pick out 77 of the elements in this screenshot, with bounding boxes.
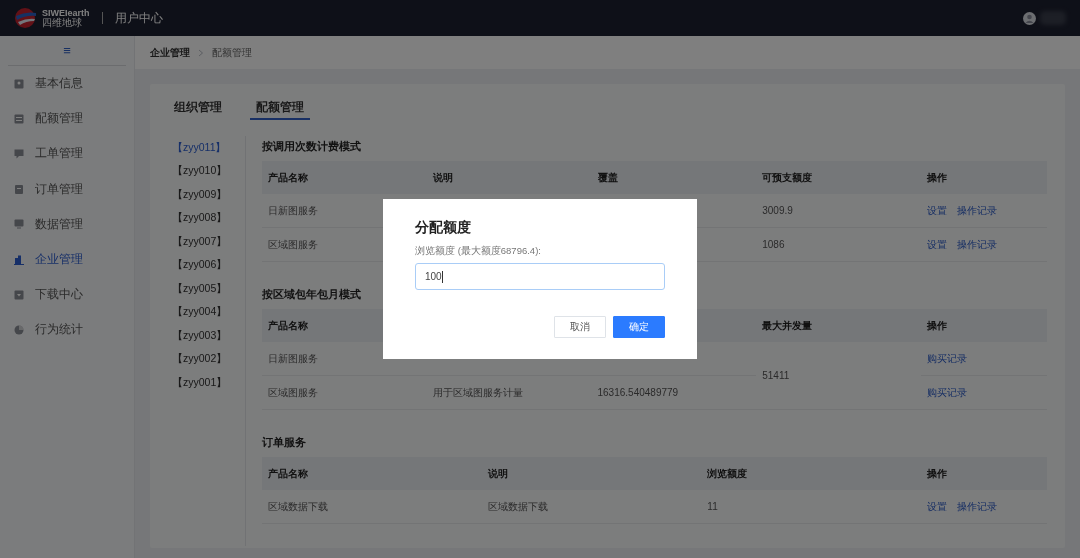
column-header: 操作 (927, 467, 947, 479)
sidebar-item[interactable]: 下载中心 (8, 277, 126, 313)
logo-text: SIWEIearth (42, 8, 90, 18)
column-header: 操作 (927, 171, 947, 183)
user-avatar-icon[interactable] (1023, 11, 1036, 25)
table-cell: 51411 (762, 370, 790, 381)
pie-chart-icon (14, 324, 24, 335)
sidebar-item[interactable]: 企业管理 (8, 241, 126, 278)
clipboard-icon (14, 184, 24, 195)
chat-icon (14, 148, 24, 159)
table-cell: 区域图服务 (268, 238, 318, 250)
action-link[interactable]: 设置 (927, 499, 947, 514)
building-icon (14, 254, 24, 265)
column-header: 可预支额度 (762, 171, 813, 183)
organization-item[interactable]: 【zyy007】 (172, 233, 245, 249)
confirm-button[interactable]: 确定 (613, 316, 665, 338)
quota-input-field[interactable]: 100 (415, 263, 665, 290)
action-link[interactable]: 操作记录 (957, 237, 997, 252)
id-card-icon (14, 78, 24, 89)
column-header: 产品名称 (268, 319, 308, 331)
logo-subtext: 四维地球 (42, 17, 83, 28)
tab[interactable]: 配额管理 (250, 98, 310, 120)
table-cell: 日新图服务 (268, 204, 318, 216)
dialog-title: 分配额度 (415, 219, 472, 237)
action-link[interactable]: 操作记录 (957, 203, 997, 218)
column-header: 说明 (432, 171, 453, 183)
action-link[interactable]: 操作记录 (957, 499, 997, 514)
column-header: 说明 (487, 467, 508, 479)
table-cell: 区域数据下载 (487, 500, 548, 512)
organization-item[interactable]: 【zyy010】 (172, 163, 245, 179)
column-header: 浏览额度 (707, 467, 748, 479)
column-header: 覆盖 (597, 171, 618, 183)
section-title: 按区域包年包月模式 (262, 287, 362, 302)
field-label: 浏览额度 (最大额度68796.4): (415, 245, 542, 258)
action-link[interactable]: 设置 (927, 203, 947, 218)
column-header: 最大并发量 (762, 319, 813, 331)
breadcrumb-link[interactable]: 企业管理 (150, 45, 190, 60)
organization-item[interactable]: 【zyy006】 (172, 257, 245, 273)
action-link[interactable]: 购买记录 (927, 385, 967, 400)
table-cell: 用于区域图服务计量 (432, 386, 523, 398)
column-header: 产品名称 (268, 467, 308, 479)
organization-item[interactable]: 【zyy009】 (172, 186, 245, 202)
section-title: 订单服务 (262, 435, 307, 450)
monitor-icon (14, 219, 24, 230)
download-icon (14, 289, 24, 300)
table-cell: 16316.540489779 (597, 387, 679, 398)
organization-item[interactable]: 【zyy002】 (172, 351, 245, 367)
sidebar-item[interactable]: 行为统计 (8, 312, 126, 348)
list-icon (14, 113, 24, 124)
table-cell: 日新图服务 (268, 352, 318, 364)
action-link[interactable]: 购买记录 (927, 351, 967, 366)
section-title: 按调用次数计费模式 (262, 139, 362, 154)
organization-item[interactable]: 【zyy003】 (172, 327, 245, 343)
column-header: 操作 (927, 319, 947, 331)
action-link[interactable]: 设置 (927, 237, 947, 252)
sidebar-item[interactable]: 订单管理 (8, 171, 126, 207)
table-cell: 区域图服务 (268, 386, 318, 398)
organization-item[interactable]: 【zyy004】 (172, 304, 245, 320)
organization-item[interactable]: 【zyy001】 (172, 374, 245, 390)
tab[interactable]: 组织管理 (172, 98, 228, 120)
table-cell: 11 (707, 501, 718, 512)
sidebar-item[interactable]: 基本信息 (8, 66, 126, 102)
globe-logo-icon (14, 7, 38, 29)
sidebar-item[interactable]: 数据管理 (8, 206, 126, 242)
column-header: 产品名称 (268, 171, 308, 183)
table-cell: 1086 (762, 239, 785, 250)
table-cell: 区域数据下载 (268, 500, 328, 512)
app-title: 用户中心 (101, 12, 163, 24)
chevron-icon (198, 48, 204, 57)
sidebar-item[interactable]: 工单管理 (8, 136, 126, 172)
table-cell: 3009.9 (762, 205, 793, 216)
cancel-button[interactable]: 取消 (554, 316, 606, 338)
organization-item[interactable]: 【zyy008】 (172, 210, 245, 226)
organization-item[interactable]: 【zyy005】 (172, 280, 245, 296)
sidebar-item[interactable]: 配额管理 (8, 101, 126, 137)
organization-item[interactable]: 【zyy011】 (172, 140, 245, 155)
menu-toggle[interactable]: ≡ (63, 43, 71, 58)
